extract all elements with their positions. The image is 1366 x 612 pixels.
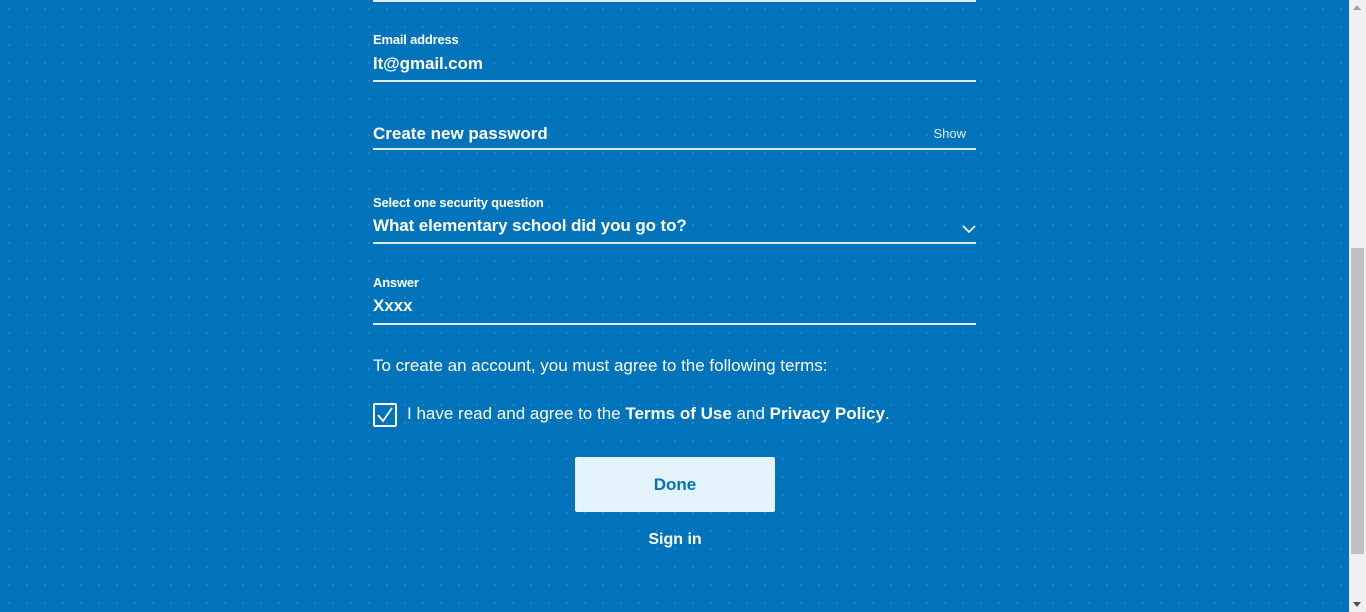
agree-conjunction: and <box>736 404 765 423</box>
agree-prefix: I have read and agree to the <box>407 404 621 423</box>
answer-input-value[interactable]: Xxxx <box>373 296 412 316</box>
agree-text: I have read and agree to the Terms of Us… <box>407 404 890 424</box>
previous-field-underline <box>373 0 976 2</box>
email-field[interactable]: Email address lt@gmail.com <box>373 30 976 82</box>
security-question-select[interactable]: Select one security question What elemen… <box>373 192 976 244</box>
privacy-policy-link[interactable]: Privacy Policy <box>770 404 885 423</box>
email-input-value[interactable]: lt@gmail.com <box>373 54 483 74</box>
password-field[interactable]: Create new password Show <box>373 118 976 150</box>
email-label: Email address <box>373 32 459 47</box>
chevron-down-icon[interactable] <box>962 222 976 236</box>
agree-suffix: . <box>884 404 890 423</box>
sign-in-link[interactable]: Sign in <box>575 531 775 549</box>
scroll-up-arrow-icon[interactable] <box>1353 5 1361 10</box>
done-button[interactable]: Done <box>575 457 775 512</box>
terms-of-use-link[interactable]: Terms of Use <box>625 404 731 423</box>
security-question-label: Select one security question <box>373 195 544 210</box>
scrollbar-thumb[interactable] <box>1351 248 1364 554</box>
checkmark-icon <box>377 407 393 423</box>
answer-label: Answer <box>373 275 419 290</box>
agree-checkbox[interactable] <box>373 403 397 427</box>
password-placeholder[interactable]: Create new password <box>373 124 548 144</box>
security-question-selected[interactable]: What elementary school did you go to? <box>373 216 687 236</box>
show-password-toggle[interactable]: Show <box>933 126 966 141</box>
page-scrollbar[interactable] <box>1349 0 1366 612</box>
terms-intro-text: To create an account, you must agree to … <box>373 356 828 375</box>
answer-field[interactable]: Answer Xxxx <box>373 272 976 325</box>
scroll-down-arrow-icon[interactable] <box>1353 602 1361 607</box>
